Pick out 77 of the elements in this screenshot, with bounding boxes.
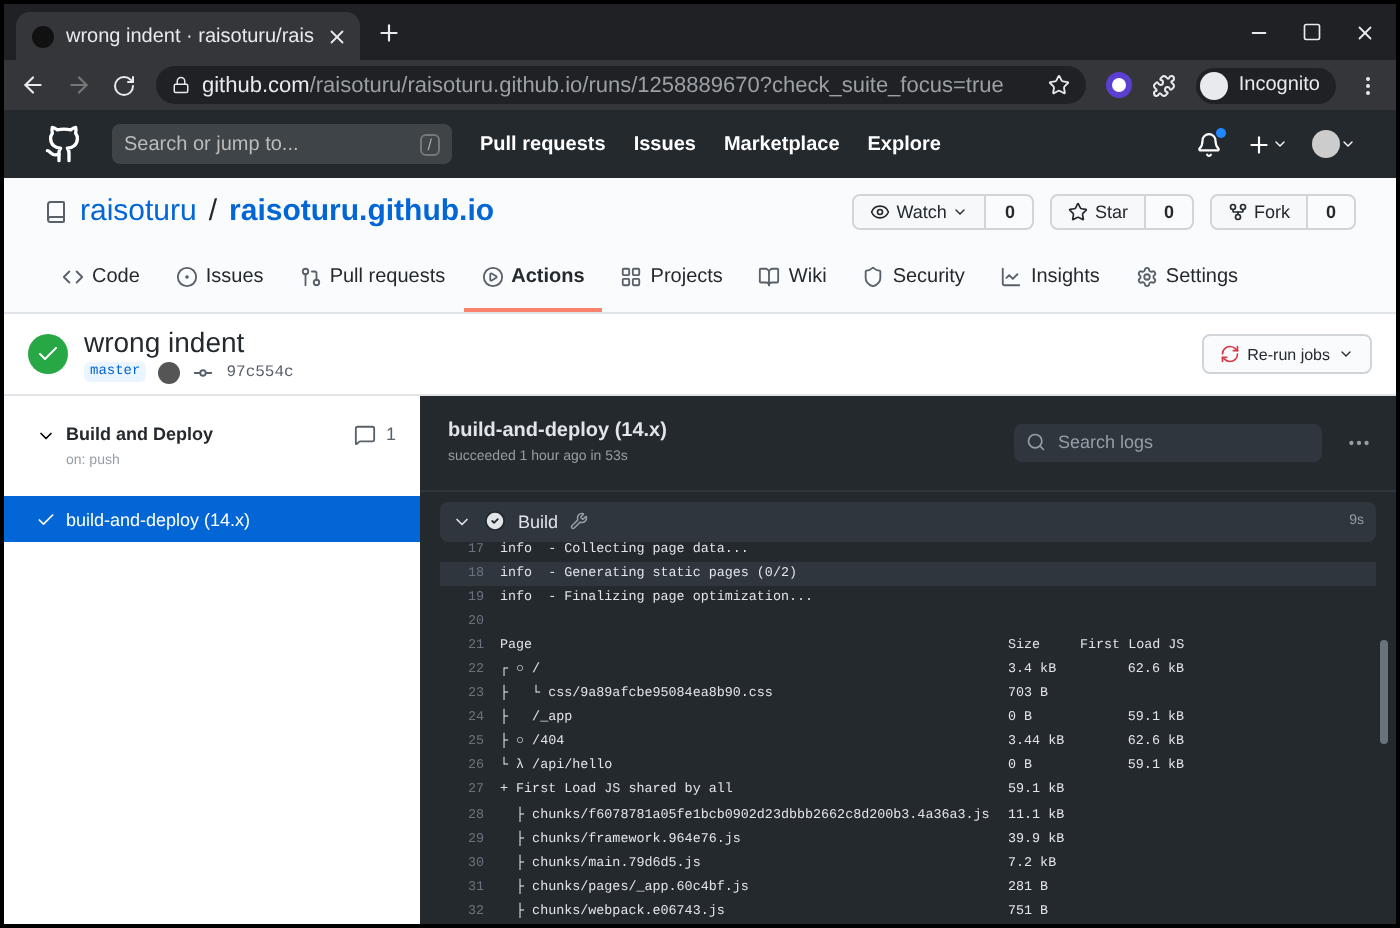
- repo-tab[interactable]: Projects: [602, 245, 741, 312]
- nav-link[interactable]: Pull requests: [480, 133, 606, 155]
- repo-icon: [44, 199, 68, 224]
- lock-icon: [172, 76, 190, 94]
- nav-link[interactable]: Issues: [633, 133, 696, 155]
- nav-link[interactable]: Explore: [867, 133, 941, 155]
- circle-dot-icon: [175, 265, 198, 288]
- workflow-name: Build and Deploy: [66, 424, 216, 444]
- step-name: Build: [518, 511, 559, 531]
- job-title: build-and-deploy (14.x): [448, 420, 669, 443]
- repo-action-button[interactable]: Watch: [854, 195, 987, 228]
- scrollbar-thumb[interactable]: [1380, 640, 1388, 744]
- plus-icon[interactable]: [1246, 131, 1288, 157]
- profile-button[interactable]: Incognito: [1196, 67, 1336, 103]
- run-title: wrong indent: [84, 325, 247, 357]
- path-separator: /: [208, 194, 218, 229]
- repo-tab[interactable]: Security: [844, 245, 983, 312]
- shield-icon: [862, 265, 885, 288]
- nav-link[interactable]: Marketplace: [723, 133, 840, 155]
- refresh-icon: [1219, 344, 1240, 364]
- line-chart-icon: [1000, 265, 1023, 288]
- check-circle-icon: [484, 510, 506, 532]
- play-icon: [481, 265, 504, 288]
- avatar-menu-icon[interactable]: [1312, 130, 1356, 158]
- owner-link[interactable]: raisoturu: [80, 194, 197, 229]
- address-bar[interactable]: github.com/raisoturu/raisoturu.github.io/runs/1258889670?check_suite_focus=true: [156, 66, 1087, 104]
- maximize-icon[interactable]: [1302, 21, 1322, 43]
- new-tab-icon[interactable]: [376, 19, 402, 45]
- fork-icon: [1227, 201, 1248, 222]
- puzzle-icon[interactable]: [1152, 73, 1177, 97]
- job-item[interactable]: build-and-deploy (14.x): [4, 496, 420, 542]
- shortcut-key: /: [419, 133, 440, 155]
- repo-link[interactable]: raisoturu.github.io: [229, 194, 495, 229]
- close-icon[interactable]: [325, 25, 348, 47]
- repo-action-button[interactable]: Fork: [1211, 195, 1308, 228]
- extension-icon[interactable]: [1106, 72, 1133, 98]
- profile-label: Incognito: [1238, 74, 1320, 96]
- repo-tab[interactable]: Settings: [1117, 245, 1257, 312]
- repo-action-button[interactable]: Star: [1052, 195, 1146, 228]
- repo-tab[interactable]: Insights: [982, 245, 1118, 312]
- wrench-icon: [570, 512, 589, 530]
- code-icon: [62, 265, 84, 288]
- search-placeholder: Search or jump to...: [124, 133, 299, 155]
- avatar-icon: [1200, 71, 1229, 99]
- star-icon[interactable]: [1048, 74, 1071, 96]
- repo-tab[interactable]: Pull requests: [281, 245, 464, 312]
- success-icon: [28, 334, 68, 374]
- reload-icon[interactable]: [112, 73, 136, 97]
- counter: 0: [1161, 199, 1176, 226]
- repo-tab[interactable]: Issues: [157, 245, 282, 312]
- counter: 0: [1002, 199, 1017, 226]
- star-icon: [1068, 201, 1089, 222]
- repo-tab[interactable]: Code: [44, 245, 158, 312]
- annotation-count: 1: [385, 424, 396, 444]
- search-field[interactable]: Search logs: [1014, 423, 1322, 462]
- avatar-icon: [158, 361, 181, 383]
- book-icon: [758, 265, 781, 288]
- settings-icon: [1135, 265, 1158, 288]
- comment-icon: [353, 424, 376, 446]
- check-icon: [36, 509, 56, 529]
- pull-request-icon: [299, 265, 322, 288]
- forward-icon[interactable]: [66, 72, 92, 98]
- board-icon: [620, 265, 643, 288]
- search-icon: [1026, 431, 1046, 452]
- logo-icon[interactable]: [44, 124, 84, 164]
- back-icon[interactable]: [20, 72, 46, 98]
- eye-icon: [870, 201, 891, 222]
- bell-icon[interactable]: [1196, 131, 1222, 157]
- search-field[interactable]: Search or jump to... /: [112, 124, 452, 164]
- browser-tab[interactable]: wrong indent · raisoturu/rais: [16, 12, 360, 60]
- close-icon[interactable]: [1354, 21, 1376, 43]
- rerun-button[interactable]: Re-run jobs: [1201, 334, 1372, 374]
- caret-icon: [1338, 346, 1354, 362]
- counter: 0: [1323, 199, 1338, 226]
- favicon-icon: [32, 25, 54, 47]
- repo-tab[interactable]: Wiki: [740, 245, 845, 312]
- commit-link[interactable]: 97c554c: [226, 363, 294, 381]
